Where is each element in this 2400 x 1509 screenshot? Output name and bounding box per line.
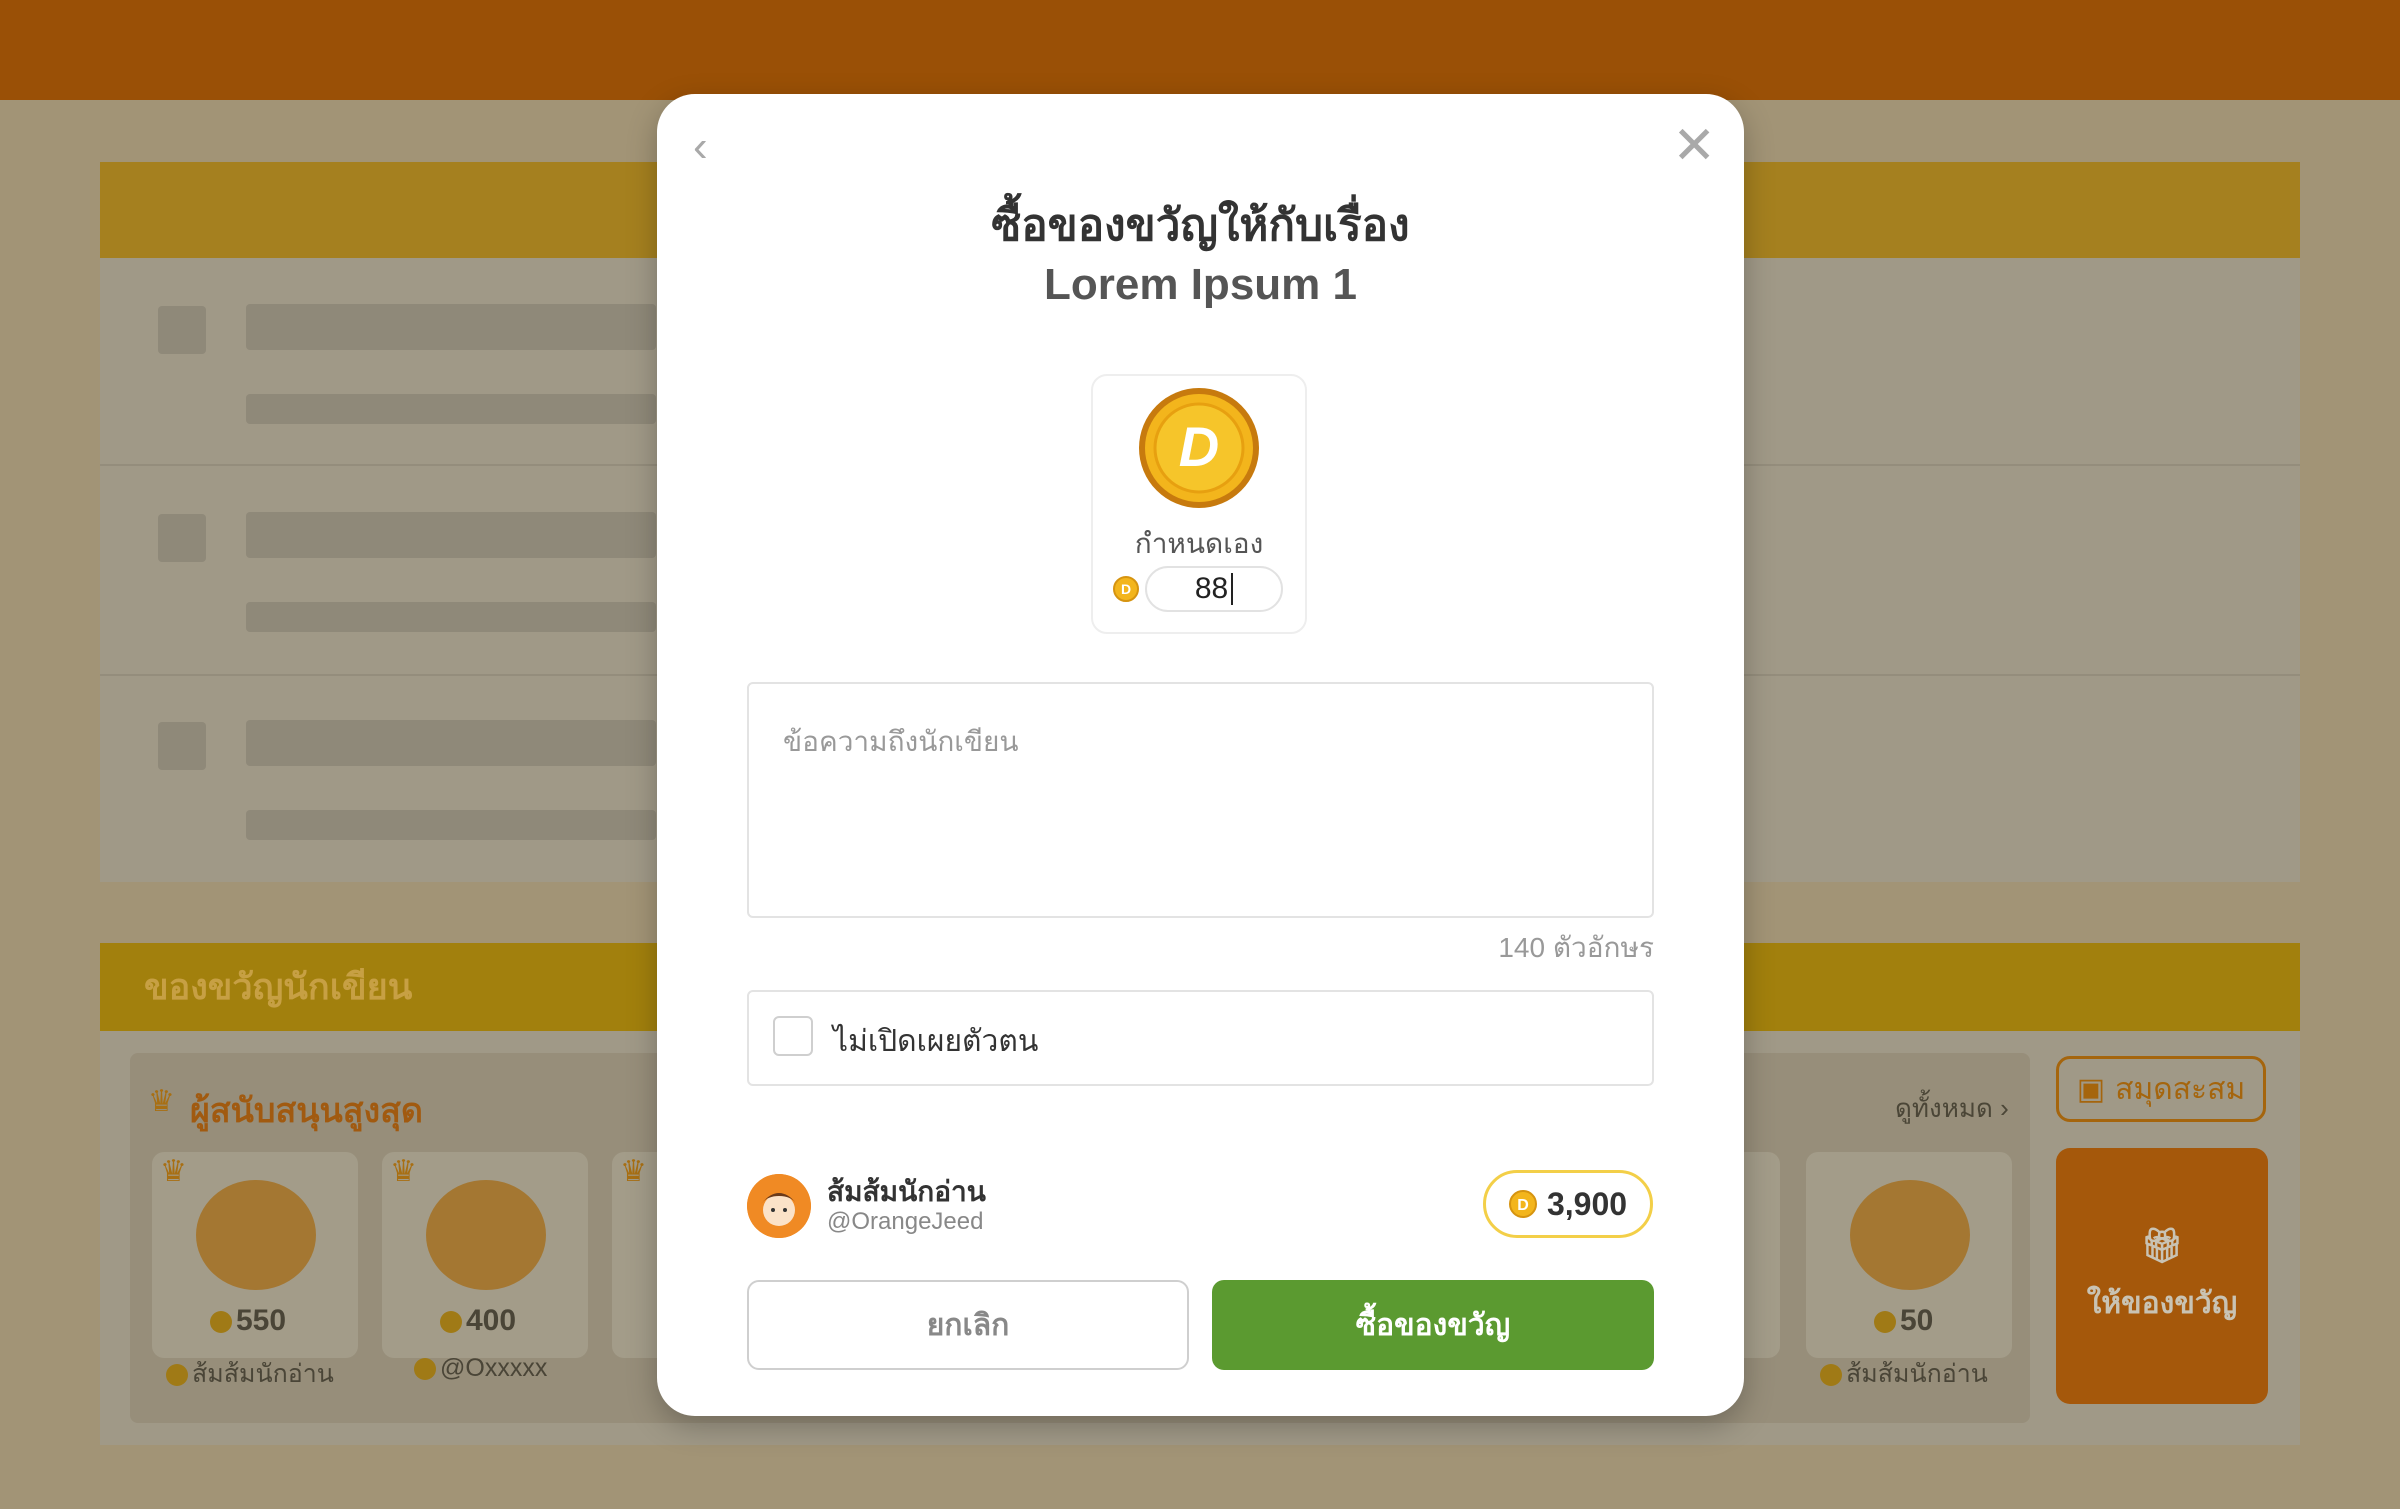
skeleton-line <box>246 810 656 840</box>
supporter-card[interactable]: ♛ 400 @Oxxxxx <box>382 1152 588 1382</box>
close-icon[interactable]: ✕ <box>1672 116 1716 176</box>
gift-price: 400 <box>440 1304 516 1338</box>
coin-balance-badge: D 3,900 <box>1483 1170 1653 1238</box>
coin-icon <box>440 1311 462 1334</box>
svg-text:D: D <box>1517 1197 1529 1214</box>
crown-icon: ♛ <box>620 1155 647 1188</box>
coin-icon <box>1874 1311 1896 1334</box>
supporter-name: @Oxxxxx <box>414 1354 547 1383</box>
avatar <box>747 1174 811 1238</box>
avatar <box>414 1358 436 1381</box>
anonymous-option[interactable]: ไม่เปิดเผยตัวตน <box>747 990 1654 1086</box>
story-name: Lorem Ipsum 1 <box>1044 260 1357 309</box>
supporter-card[interactable]: ♛ 550 ส้มส้มนักอ่าน <box>152 1152 358 1388</box>
user-handle: @OrangeJeed <box>827 1208 984 1235</box>
anonymous-label: ไม่เปิดเผยตัวตน <box>833 1025 1039 1058</box>
skeleton-line <box>246 394 656 424</box>
crown-icon: ♛ <box>390 1155 417 1188</box>
skeleton-thumb <box>158 514 206 562</box>
avatar <box>1820 1364 1842 1387</box>
skeleton-line <box>246 602 656 632</box>
gift-amount-input[interactable]: 88 <box>1145 566 1283 612</box>
message-to-author-field[interactable]: ข้อความถึงนักเขียน <box>747 682 1654 918</box>
gift-icon: 🎁︎ <box>2140 1226 2184 1265</box>
supporter-card[interactable]: 50 ส้มส้มนักอ่าน <box>1806 1152 2012 1388</box>
gift-image <box>1850 1180 1970 1290</box>
cancel-button[interactable]: ยกเลิก <box>747 1280 1189 1370</box>
crown-icon: ♛ <box>160 1155 187 1188</box>
skeleton-line <box>246 720 656 766</box>
coin-icon: D <box>1139 388 1259 508</box>
gift-price: 50 <box>1874 1304 1933 1338</box>
book-icon: ▣ <box>2076 1072 2106 1106</box>
custom-amount-label: กำหนดเอง <box>1134 528 1264 559</box>
message-placeholder: ข้อความถึงนักเขียน <box>783 726 1019 757</box>
coin-icon <box>210 1311 232 1334</box>
gift-image <box>196 1180 316 1290</box>
coin-icon: D <box>1113 576 1139 602</box>
top-navigation-bar <box>0 0 2400 100</box>
coin-icon: D <box>1508 1190 1537 1218</box>
supporter-name: ส้มส้มนักอ่าน <box>166 1354 334 1394</box>
text-caret <box>1231 573 1234 605</box>
skeleton-thumb <box>158 722 206 770</box>
top-supporters-title: ผู้สนับสนุนสูงสุด <box>190 1092 423 1130</box>
skeleton-thumb <box>158 306 206 354</box>
collection-button[interactable]: ▣ สมุดสะสม <box>2056 1056 2266 1122</box>
gift-image <box>426 1180 546 1290</box>
skeleton-line <box>246 512 656 558</box>
give-gift-button[interactable]: 🎁︎ ให้ของขวัญ <box>2056 1148 2268 1404</box>
see-all-link[interactable]: ดูทั้งหมด › <box>1895 1088 2009 1129</box>
back-chevron-icon[interactable]: ‹ <box>693 122 708 172</box>
custom-gift-card[interactable]: D กำหนดเอง D 88 <box>1091 374 1307 634</box>
modal-title: ซื้อของขวัญให้กับเรื่อง <box>991 201 1410 250</box>
svg-text:D: D <box>1121 581 1131 597</box>
buy-gift-modal: ‹ ✕ ซื้อของขวัญให้กับเรื่อง Lorem Ipsum … <box>657 94 1744 1416</box>
svg-text:D: D <box>1179 415 1219 478</box>
character-limit: 140 ตัวอักษร <box>1498 932 1654 963</box>
crown-icon: ♛ <box>148 1085 175 1118</box>
gift-section-title: ของขวัญนักเขียน <box>144 966 413 1007</box>
avatar <box>166 1364 188 1387</box>
skeleton-line <box>246 304 656 350</box>
anonymous-checkbox[interactable] <box>773 1016 813 1056</box>
buy-gift-button[interactable]: ซื้อของขวัญ <box>1212 1280 1654 1370</box>
gift-price: 550 <box>210 1304 286 1338</box>
supporter-name: ส้มส้มนักอ่าน <box>1820 1354 1988 1394</box>
